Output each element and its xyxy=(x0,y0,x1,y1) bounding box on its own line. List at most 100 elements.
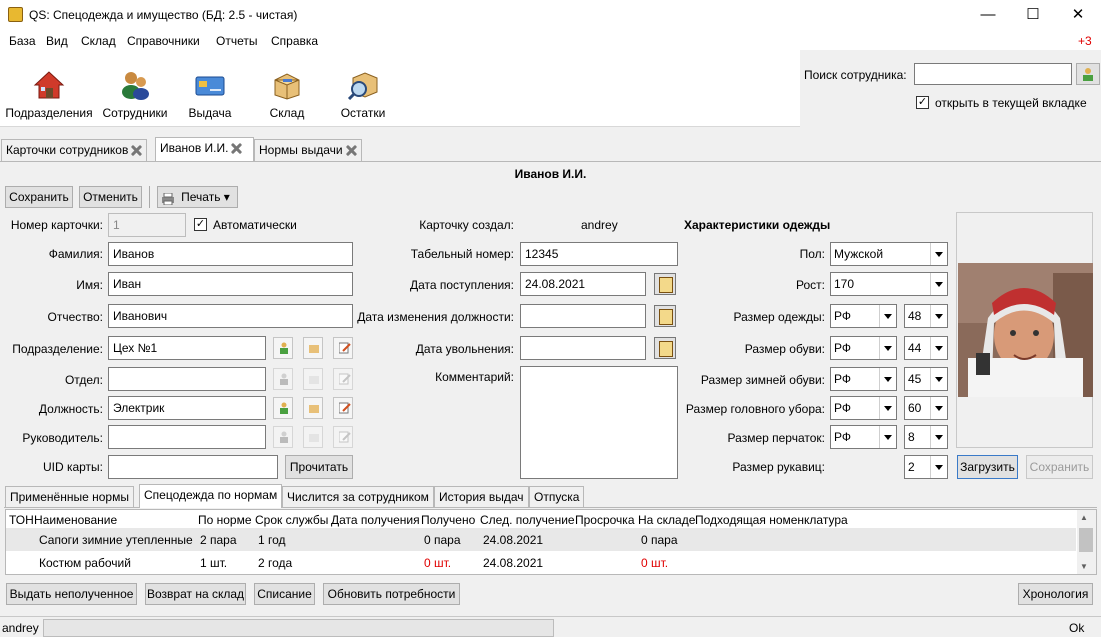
tab-number-field[interactable]: 12345 xyxy=(520,242,678,266)
toolbar-subdivisions-button[interactable]: Подразделения xyxy=(5,52,93,124)
scrollbar-thumb[interactable] xyxy=(1079,528,1093,552)
tab-employee-cards[interactable]: Карточки сотрудников xyxy=(1,139,148,161)
close-tab-icon[interactable] xyxy=(346,145,357,156)
department-select-button[interactable] xyxy=(273,368,293,390)
tab-issue-history[interactable]: История выдач xyxy=(434,486,529,507)
col-term[interactable]: Срок службы xyxy=(255,513,328,527)
close-tab-icon[interactable] xyxy=(231,143,242,154)
subdivision-field[interactable]: Цех №1 xyxy=(108,336,266,360)
col-nomenclature[interactable]: Подходящая номенклатура xyxy=(695,513,848,527)
department-edit-button[interactable] xyxy=(333,368,353,390)
col-next[interactable]: След. получение xyxy=(480,513,575,527)
col-received-date[interactable]: Дата получения xyxy=(331,513,420,527)
hire-date-field[interactable]: 24.08.2021 xyxy=(520,272,646,296)
menu-warehouse[interactable]: Склад xyxy=(81,34,116,48)
card-number-label: Номер карточки: xyxy=(10,218,103,232)
toolbar-warehouse-button[interactable]: Склад xyxy=(265,52,309,124)
maximize-button[interactable]: ☐ xyxy=(1010,0,1056,30)
col-ton[interactable]: ТОН xyxy=(9,513,34,527)
clothes-standard-select[interactable]: РФ xyxy=(830,304,897,328)
shoe-size-label: Размер обуви: xyxy=(744,342,825,356)
return-to-warehouse-button[interactable]: Возврат на склад xyxy=(145,583,246,605)
uid-field[interactable] xyxy=(108,455,278,479)
chevron-down-icon xyxy=(879,368,896,390)
minimize-button[interactable]: — xyxy=(965,0,1011,30)
load-photo-button[interactable]: Загрузить xyxy=(957,455,1018,479)
search-employee-button[interactable] xyxy=(1076,63,1100,85)
col-stock[interactable]: На складе xyxy=(638,513,695,527)
toolbar-issue-button[interactable]: Выдача xyxy=(185,52,235,124)
subdivision-open-button[interactable] xyxy=(303,337,323,359)
chevron-down-icon xyxy=(930,337,947,359)
search-employee-input[interactable] xyxy=(914,63,1072,85)
dismissal-calendar-button[interactable] xyxy=(654,337,676,359)
last-name-field[interactable]: Иванов xyxy=(108,242,353,266)
subdivision-select-button[interactable] xyxy=(273,337,293,359)
menu-view[interactable]: Вид xyxy=(46,34,68,48)
hire-date-calendar-button[interactable] xyxy=(654,273,676,295)
cancel-button[interactable]: Отменить xyxy=(79,186,142,208)
col-overdue[interactable]: Просрочка xyxy=(575,513,635,527)
headwear-standard-select[interactable]: РФ xyxy=(830,396,897,420)
shoe-standard-select[interactable]: РФ xyxy=(830,336,897,360)
winter-shoe-standard-select[interactable]: РФ xyxy=(830,367,897,391)
tab-assigned-to-employee[interactable]: Числится за сотрудником xyxy=(282,486,434,507)
clothes-size-select[interactable]: 48 xyxy=(904,304,948,328)
patronymic-field[interactable]: Иванович xyxy=(108,304,353,328)
writeoff-button[interactable]: Списание xyxy=(254,583,315,605)
mittens-size-select[interactable]: 2 xyxy=(904,455,948,479)
save-button[interactable]: Сохранить xyxy=(5,186,73,208)
position-change-calendar-button[interactable] xyxy=(654,305,676,327)
gloves-standard-select[interactable]: РФ xyxy=(830,425,897,449)
scroll-up-icon[interactable]: ▲ xyxy=(1080,513,1088,522)
position-change-field[interactable] xyxy=(520,304,646,328)
menu-base[interactable]: База xyxy=(9,34,36,48)
col-name[interactable]: Наименование xyxy=(34,513,117,527)
height-select[interactable]: 170 xyxy=(830,272,948,296)
toolbar-stock-button[interactable]: Остатки xyxy=(338,52,388,124)
issue-unreceived-button[interactable]: Выдать неполученное xyxy=(6,583,137,605)
close-tab-icon[interactable] xyxy=(131,145,142,156)
position-open-button[interactable] xyxy=(303,397,323,419)
position-field[interactable]: Электрик xyxy=(108,396,266,420)
position-select-button[interactable] xyxy=(273,397,293,419)
menu-help[interactable]: Справка xyxy=(271,34,318,48)
first-name-field[interactable]: Иван xyxy=(108,272,353,296)
chevron-down-icon xyxy=(930,456,947,478)
read-card-button[interactable]: Прочитать xyxy=(285,455,353,479)
notifications-badge[interactable]: +3 xyxy=(1078,34,1092,48)
tab-applied-norms[interactable]: Применённые нормы xyxy=(5,486,134,507)
tab-issue-norms[interactable]: Нормы выдачи xyxy=(254,139,362,161)
gloves-size-select[interactable]: 8 xyxy=(904,425,948,449)
scroll-down-icon[interactable]: ▼ xyxy=(1080,562,1088,571)
print-button[interactable]: Печать ▾ xyxy=(157,186,238,208)
dismissal-field[interactable] xyxy=(520,336,646,360)
tab-vacations[interactable]: Отпуска xyxy=(529,486,585,507)
subdivision-edit-button[interactable] xyxy=(333,337,353,359)
gender-select[interactable]: Мужской xyxy=(830,242,948,266)
tab-ivanov[interactable]: Иванов И.И. xyxy=(155,137,254,161)
winter-shoe-size-select[interactable]: 45 xyxy=(904,367,948,391)
comment-field[interactable] xyxy=(520,366,678,479)
shoe-size-select[interactable]: 44 xyxy=(904,336,948,360)
menu-reports[interactable]: Отчеты xyxy=(216,34,257,48)
menu-references[interactable]: Справочники xyxy=(127,34,200,48)
manager-edit-button[interactable] xyxy=(333,426,353,448)
manager-select-button[interactable] xyxy=(273,426,293,448)
manager-open-button[interactable] xyxy=(303,426,323,448)
save-photo-button[interactable]: Сохранить xyxy=(1026,455,1093,479)
chronology-button[interactable]: Хронология xyxy=(1018,583,1093,605)
update-needs-button[interactable]: Обновить потребности xyxy=(323,583,460,605)
department-open-button[interactable] xyxy=(303,368,323,390)
col-received[interactable]: Получено xyxy=(421,513,475,527)
col-norm[interactable]: По норме xyxy=(198,513,252,527)
close-window-button[interactable]: ✕ xyxy=(1055,0,1101,30)
open-current-tab-checkbox[interactable]: ✓ xyxy=(916,96,929,109)
position-edit-button[interactable] xyxy=(333,397,353,419)
headwear-size-select[interactable]: 60 xyxy=(904,396,948,420)
department-field[interactable] xyxy=(108,367,266,391)
tab-clothing-by-norms[interactable]: Спецодежда по нормам xyxy=(139,484,283,508)
manager-field[interactable] xyxy=(108,425,266,449)
auto-number-checkbox[interactable]: ✓ xyxy=(194,218,207,231)
toolbar-employees-button[interactable]: Сотрудники xyxy=(100,52,170,124)
